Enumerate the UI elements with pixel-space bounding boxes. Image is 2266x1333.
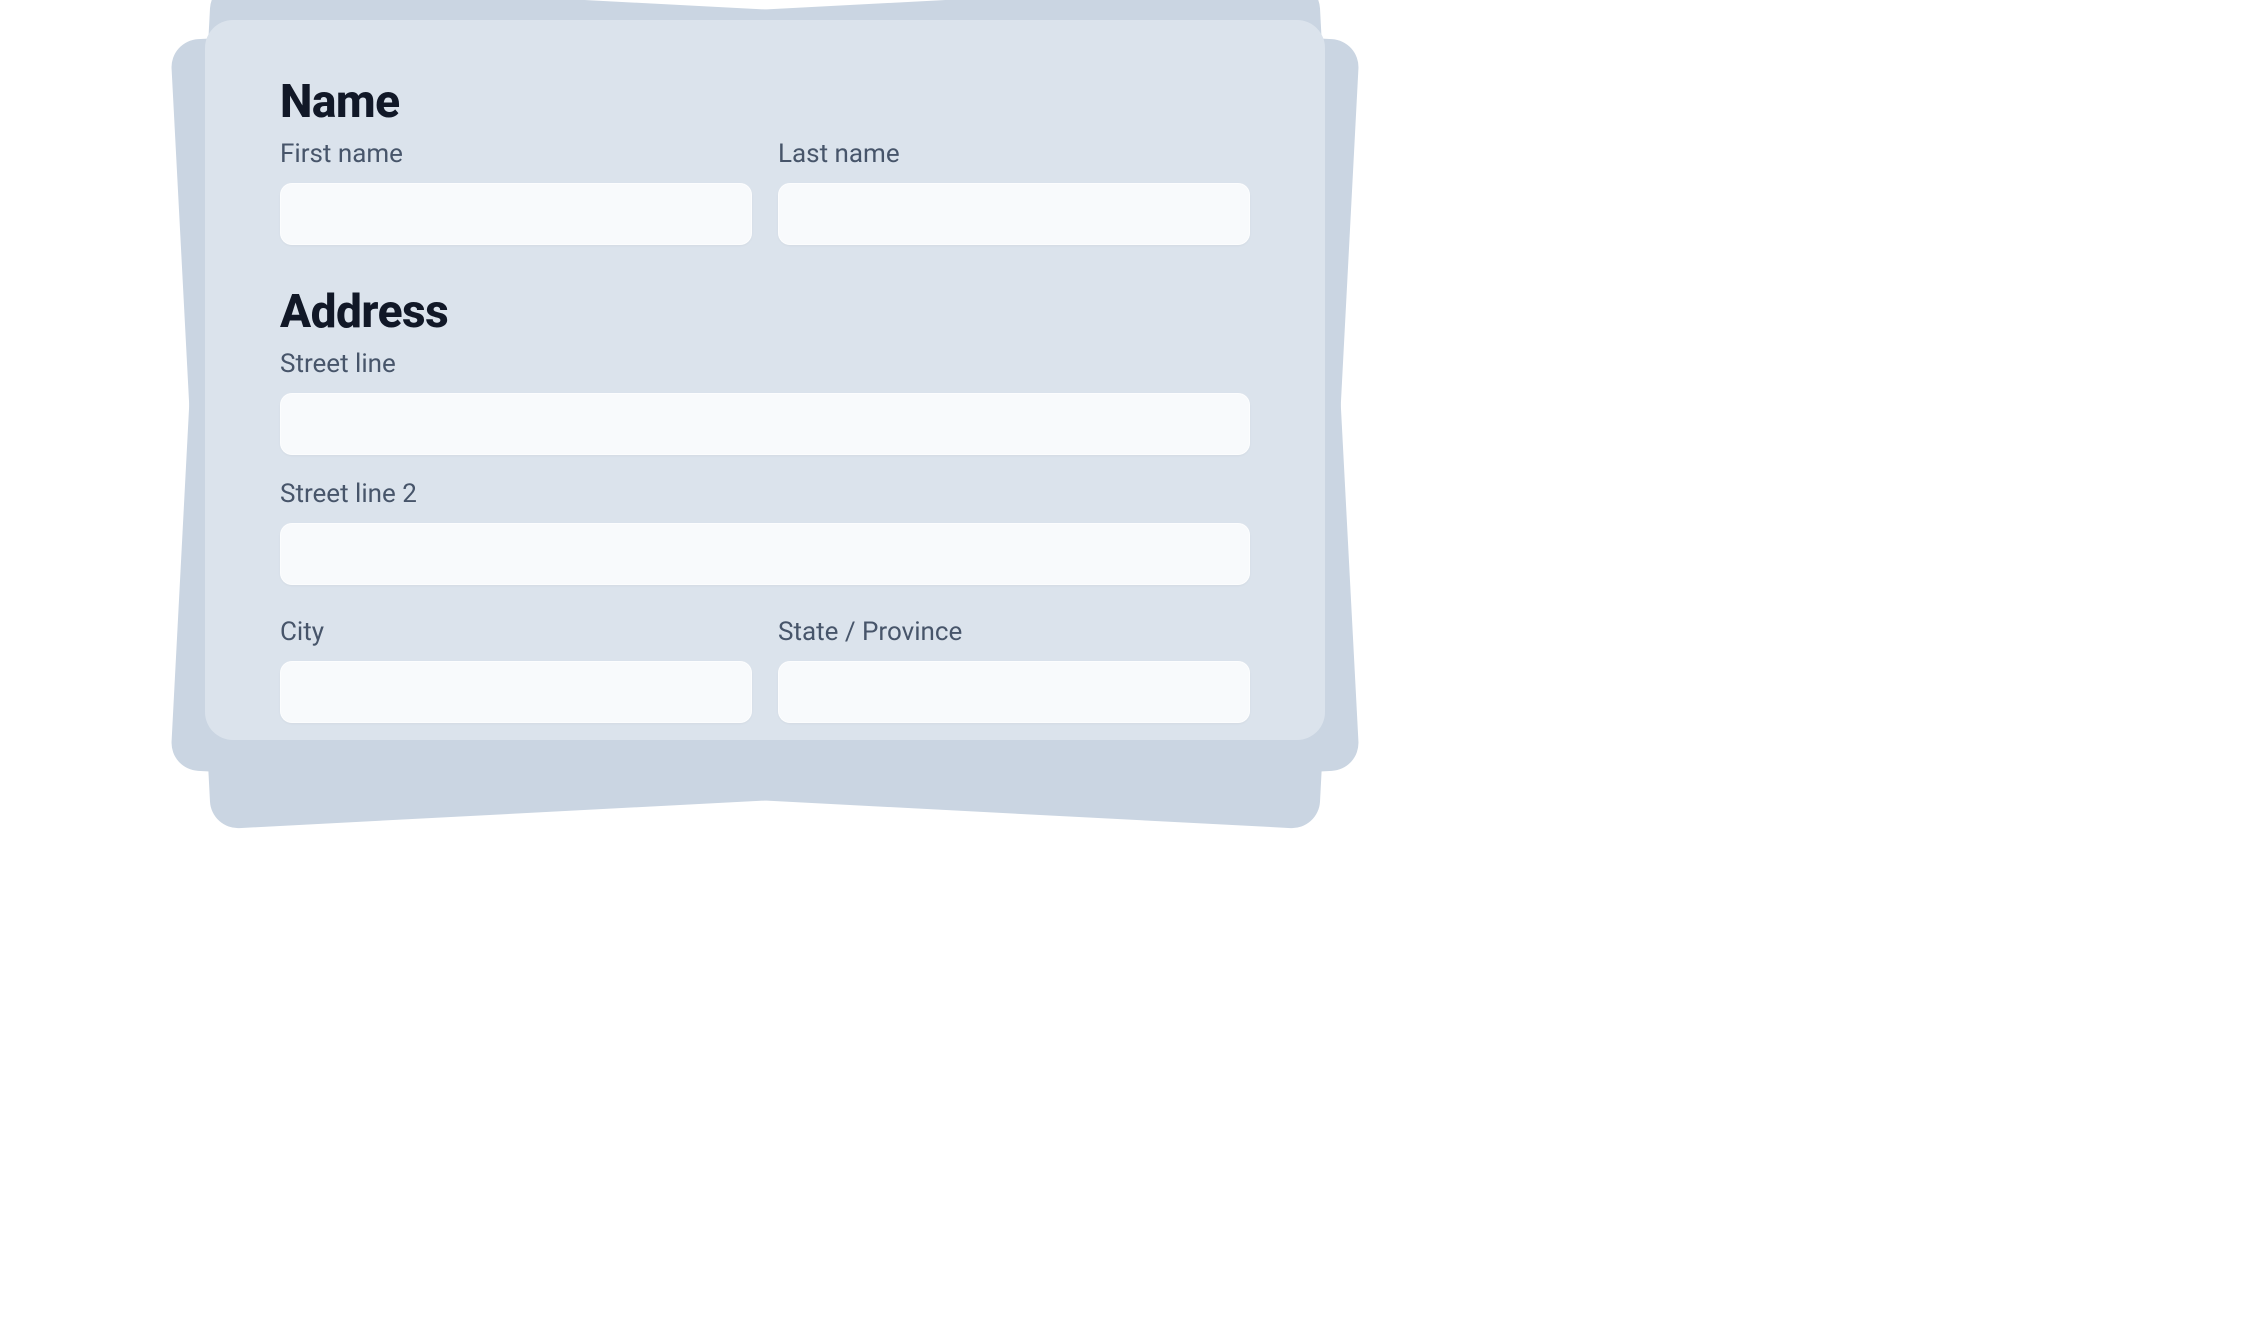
city-state-row: City State / Province [280,617,1250,723]
street-line-input[interactable] [280,393,1250,455]
first-name-input[interactable] [280,183,752,245]
street-line-2-input[interactable] [280,523,1250,585]
last-name-input[interactable] [778,183,1250,245]
state-label: State / Province [778,617,1250,647]
street-line-2-label: Street line 2 [280,479,1250,509]
state-input[interactable] [778,661,1250,723]
city-input[interactable] [280,661,752,723]
address-section-heading: Address [280,285,1250,339]
card-stack: Name First name Last name Address Street… [190,10,1340,800]
city-label: City [280,617,752,647]
first-name-field: First name [280,139,752,245]
name-row: First name Last name [280,139,1250,245]
first-name-label: First name [280,139,752,169]
city-field: City [280,617,752,723]
name-section-heading: Name [280,75,1250,129]
state-field: State / Province [778,617,1250,723]
street-line-label: Street line [280,349,1250,379]
address-stack: Street line Street line 2 City State / P… [280,349,1250,723]
last-name-field: Last name [778,139,1250,245]
street-line-field: Street line [280,349,1250,455]
street-line-2-field: Street line 2 [280,479,1250,585]
last-name-label: Last name [778,139,1250,169]
form-card: Name First name Last name Address Street… [205,20,1325,740]
